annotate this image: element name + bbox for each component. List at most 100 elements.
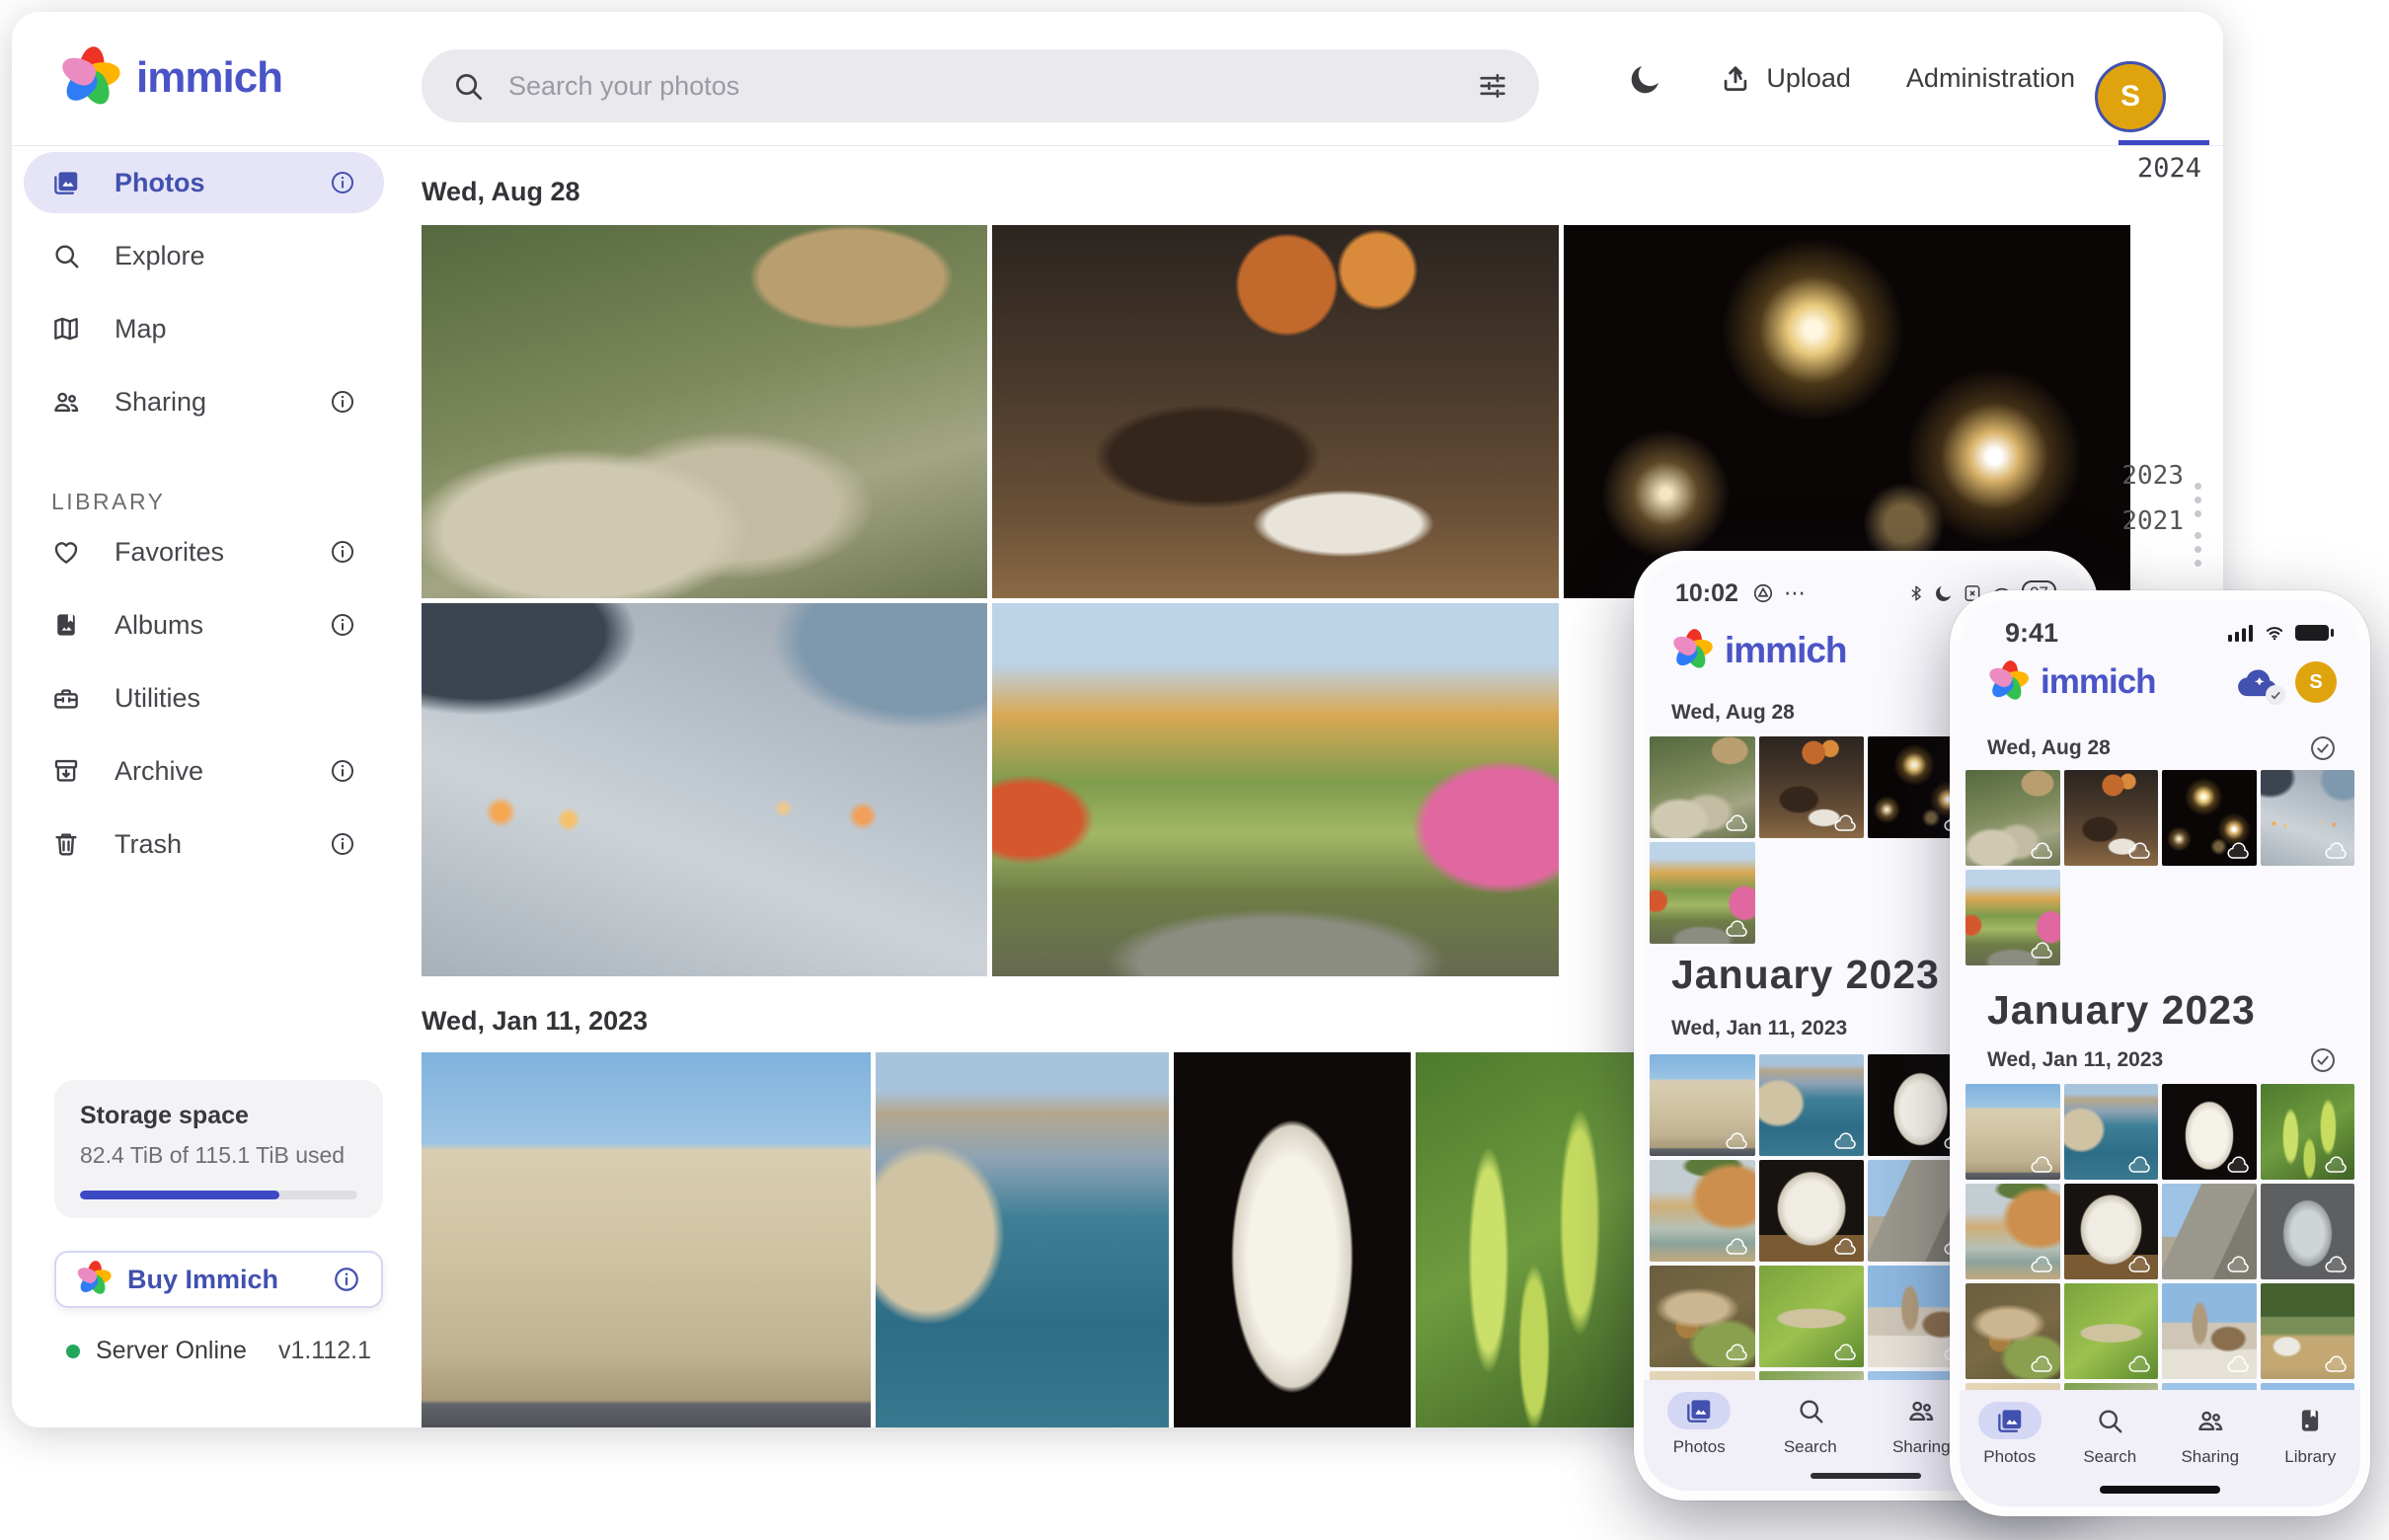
photo-church[interactable]	[2162, 1283, 2257, 1379]
phone2-home-indicator[interactable]	[2100, 1486, 2220, 1494]
user-avatar[interactable]: S	[2095, 61, 2166, 132]
info-icon[interactable]	[329, 538, 356, 566]
info-icon[interactable]	[329, 757, 356, 785]
photo-monkeys[interactable]	[1965, 770, 2060, 866]
photo-fortress[interactable]	[1965, 1084, 2060, 1180]
buy-immich-button[interactable]: Buy Immich	[54, 1251, 383, 1308]
sidebar-item-sharing[interactable]: Sharing	[24, 371, 384, 432]
scrubber-dot	[2195, 546, 2201, 553]
scrubber-year-2021[interactable]: 2021	[2121, 506, 2184, 536]
search-icon	[1779, 1392, 1842, 1429]
phone-nav-search[interactable]: Search	[1755, 1392, 1867, 1457]
sidebar-item-albums[interactable]: Albums	[24, 594, 384, 655]
scrubber-dot	[2195, 510, 2201, 517]
dnd-moon-icon	[1934, 583, 1954, 603]
photo-hands[interactable]	[422, 603, 987, 976]
sidebar-item-label: Utilities	[115, 683, 200, 714]
backup-pending-cloud-icon	[1834, 814, 1858, 833]
info-icon[interactable]	[329, 169, 356, 196]
immich-flower-icon	[59, 47, 120, 109]
scrubber-dot	[2195, 497, 2201, 503]
photo-autumn[interactable]	[992, 603, 1559, 976]
info-icon[interactable]	[329, 611, 356, 639]
phone2-logo-text: immich	[2041, 662, 2156, 702]
phone1-home-indicator[interactable]	[1811, 1473, 1921, 1479]
info-icon[interactable]	[329, 830, 356, 858]
sidebar-item-favorites[interactable]: Favorites	[24, 521, 384, 582]
photo-fireworks[interactable]	[1564, 225, 2130, 598]
sidebar-item-label: Favorites	[115, 537, 224, 568]
theme-toggle-button[interactable]	[1628, 61, 1663, 97]
photo-monkeys[interactable]	[422, 225, 987, 598]
phone-nav-photos[interactable]: Photos	[1960, 1402, 2060, 1467]
backup-pending-cloud-icon	[1834, 1344, 1858, 1362]
photo-lizard2[interactable]	[1759, 1266, 1865, 1367]
photo-stone[interactable]	[1759, 1160, 1865, 1262]
phone-nav-sharing[interactable]: Sharing	[2160, 1402, 2261, 1467]
sidebar-item-label: Albums	[115, 610, 203, 641]
photo-hands[interactable]	[2261, 770, 2355, 866]
info-icon[interactable]	[332, 1265, 361, 1294]
photo-cliff[interactable]	[1650, 1160, 1755, 1262]
photo-fireworks[interactable]	[2162, 770, 2257, 866]
photo-berries[interactable]	[1416, 1052, 1644, 1427]
select-all-check-icon[interactable]	[2309, 734, 2337, 762]
phone-nav-photos[interactable]: Photos	[1644, 1392, 1755, 1457]
photo-ruins[interactable]	[2162, 1184, 2257, 1279]
photo-lizard1[interactable]	[1965, 1283, 2060, 1379]
sidebar: PhotosExploreMapSharingLIBRARYFavoritesA…	[12, 146, 396, 1427]
phone-nav-label: Search	[2083, 1447, 2136, 1467]
sidebar-item-trash[interactable]: Trash	[24, 813, 384, 875]
photo-fortress[interactable]	[422, 1052, 871, 1427]
sidebar-item-explore[interactable]: Explore	[24, 225, 384, 286]
photo-coastal[interactable]	[876, 1052, 1169, 1427]
photo-silver[interactable]	[2261, 1184, 2355, 1279]
backup-pending-cloud-icon	[2325, 1156, 2349, 1175]
phone-nav-library[interactable]: Library	[2261, 1402, 2361, 1467]
phone-nav-label: Search	[1784, 1437, 1837, 1457]
immich-flower-icon	[76, 1262, 112, 1297]
photo-cliff[interactable]	[1965, 1184, 2060, 1279]
upload-icon	[1719, 62, 1752, 96]
scrubber-year-2023[interactable]: 2023	[2121, 461, 2184, 491]
photo-autumn[interactable]	[1650, 842, 1755, 944]
photo-autumn[interactable]	[1965, 870, 2060, 965]
photo-stone[interactable]	[2064, 1184, 2159, 1279]
phone1-time: 10:02	[1675, 579, 1738, 608]
photo-monkeys[interactable]	[1650, 736, 1755, 838]
upload-button[interactable]: Upload	[1719, 62, 1851, 96]
photo-lizard2[interactable]	[2064, 1283, 2159, 1379]
photo-field[interactable]	[2261, 1283, 2355, 1379]
search-bar[interactable]	[422, 49, 1539, 122]
sidebar-item-archive[interactable]: Archive	[24, 740, 384, 802]
photo-fortress[interactable]	[1650, 1054, 1755, 1156]
phone-nav-search[interactable]: Search	[2060, 1402, 2161, 1467]
photo-dinner[interactable]	[2064, 770, 2159, 866]
photo-sculpture[interactable]	[2162, 1084, 2257, 1180]
photo-lizard1[interactable]	[1650, 1266, 1755, 1367]
stage: immich Upload Administration S	[0, 0, 2389, 1540]
photo-dinner[interactable]	[1759, 736, 1865, 838]
notification-icon	[1752, 582, 1774, 604]
storage-card: Storage space 82.4 TiB of 115.1 TiB used	[54, 1080, 383, 1218]
storage-progress-track	[80, 1191, 357, 1199]
select-all-check-icon[interactable]	[2309, 1046, 2337, 1074]
photo-dinner[interactable]	[992, 225, 1559, 598]
sidebar-item-utilities[interactable]: Utilities	[24, 667, 384, 729]
photo-sculpture[interactable]	[1174, 1052, 1411, 1427]
search-input[interactable]	[506, 70, 1454, 103]
backup-pending-cloud-icon	[2031, 942, 2054, 961]
info-icon[interactable]	[329, 388, 356, 416]
sidebar-item-map[interactable]: Map	[24, 298, 384, 359]
scrubber-handle[interactable]	[2119, 140, 2209, 145]
photo-coastal[interactable]	[2064, 1084, 2159, 1180]
photo-berries[interactable]	[2261, 1084, 2355, 1180]
administration-link[interactable]: Administration	[1906, 63, 2075, 94]
administration-label: Administration	[1906, 63, 2075, 94]
user-avatar[interactable]: S	[2295, 661, 2337, 703]
sidebar-item-photos[interactable]: Photos	[24, 152, 384, 213]
backup-cloud-icon[interactable]	[2236, 665, 2281, 699]
photo-coastal[interactable]	[1759, 1054, 1865, 1156]
sidebar-item-label: Explore	[115, 241, 205, 271]
search-filter-icon[interactable]	[1476, 69, 1509, 103]
